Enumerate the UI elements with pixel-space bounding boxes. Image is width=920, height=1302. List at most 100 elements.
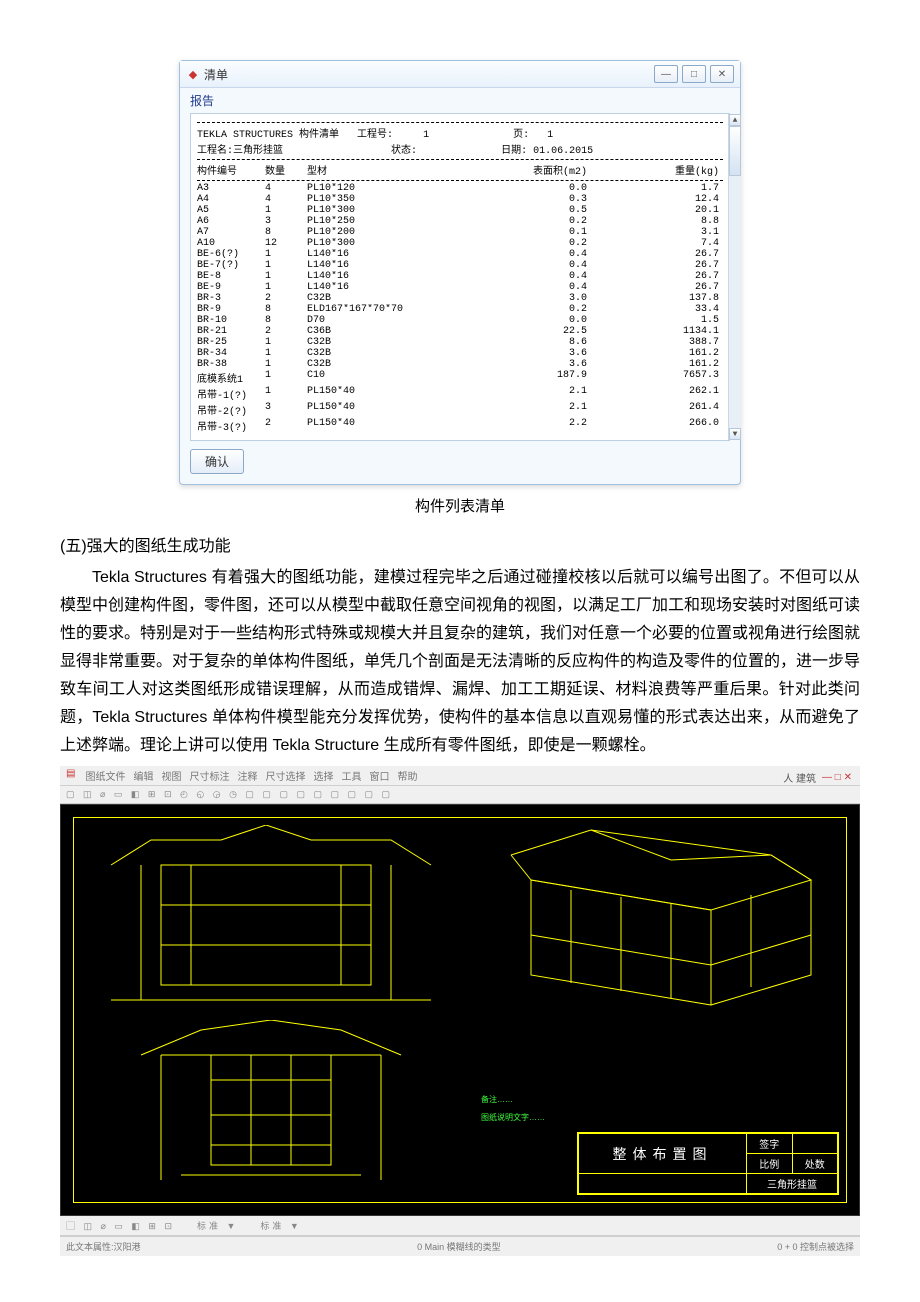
cell-profile: PL10*250	[307, 216, 477, 227]
cell-id: BE-9	[197, 282, 265, 293]
drawing-note-1: 备注……	[481, 1094, 581, 1105]
close-button[interactable]: ✕	[710, 65, 734, 83]
window-close-icon[interactable]: — □ ✕	[822, 772, 852, 783]
cell-weight: 3.1	[587, 227, 723, 238]
menu-item[interactable]: 窗口	[369, 772, 389, 783]
cell-weight: 1.5	[587, 315, 723, 326]
table-row: BR-341C32B3.6161.2	[197, 348, 723, 359]
cell-weight: 33.4	[587, 304, 723, 315]
cell-profile: PL150*40	[307, 386, 477, 402]
cell-id: A7	[197, 227, 265, 238]
cell-qty: 2	[265, 293, 307, 304]
cell-id: A3	[197, 183, 265, 194]
cell-area: 3.0	[477, 293, 587, 304]
table-row: BE-6(?)1L140*160.426.7	[197, 249, 723, 260]
title-block-approve: 签字	[747, 1134, 792, 1154]
menu-item[interactable]: 编辑	[133, 772, 153, 783]
table-row: BR-212C36B22.51134.1	[197, 326, 723, 337]
drawing-section	[121, 1020, 421, 1190]
cell-weight: 7657.3	[587, 370, 723, 386]
cell-profile: C32B	[307, 348, 477, 359]
table-row: 吊带-3(?)2PL150*402.2266.0	[197, 418, 723, 434]
cell-area: 2.1	[477, 386, 587, 402]
table-row: A51PL10*3000.520.1	[197, 205, 723, 216]
cell-area: 0.2	[477, 216, 587, 227]
drawing-note-2: 图纸说明文字……	[481, 1112, 641, 1123]
brand-text: 人 建筑	[783, 770, 816, 785]
cell-id: BR-10	[197, 315, 265, 326]
cad-drawing-canvas[interactable]: 备注…… 图纸说明文字…… 整体布置图 签字 比例 处数	[60, 804, 860, 1216]
cell-profile: PL150*40	[307, 402, 477, 418]
table-row: BR-32C32B3.0137.8	[197, 293, 723, 304]
cell-qty: 1	[265, 205, 307, 216]
table-row: BR-381C32B3.6161.2	[197, 359, 723, 370]
cad-app-icon: ▤	[66, 768, 75, 783]
cell-weight: 8.8	[587, 216, 723, 227]
table-row: A78PL10*2000.13.1	[197, 227, 723, 238]
cell-profile: PL10*350	[307, 194, 477, 205]
cell-qty: 8	[265, 304, 307, 315]
report-content: TEKLA STRUCTURES 构件清单 工程号: 1 页: 1 工程名:三角…	[190, 113, 730, 441]
menu-item[interactable]: 尺寸标注	[189, 772, 229, 783]
cell-weight: 161.2	[587, 348, 723, 359]
cell-profile: C36B	[307, 326, 477, 337]
cell-profile: L140*16	[307, 271, 477, 282]
menu-item[interactable]: 选择	[313, 772, 333, 783]
table-row: BE-7(?)1L140*160.426.7	[197, 260, 723, 271]
report-header-1: TEKLA STRUCTURES 构件清单 工程号: 1 页: 1	[197, 125, 723, 141]
cell-profile: PL10*300	[307, 205, 477, 216]
cell-qty: 1	[265, 386, 307, 402]
table-row: 吊带-1(?)1PL150*402.1262.1	[197, 386, 723, 402]
scroll-down-icon[interactable]: ▼	[729, 428, 741, 440]
cell-area: 3.6	[477, 348, 587, 359]
cad-menubar: ▤ 图纸文件编辑视图尺寸标注注释尺寸选择选择工具窗口帮助 人 建筑 — □ ✕	[60, 766, 860, 786]
cell-profile: PL10*120	[307, 183, 477, 194]
table-row: A1012PL10*3000.27.4	[197, 238, 723, 249]
dialog-title: 清单	[204, 66, 654, 83]
ok-button[interactable]: 确认	[190, 449, 244, 474]
scroll-up-icon[interactable]: ▲	[729, 114, 741, 126]
cell-weight: 1134.1	[587, 326, 723, 337]
cell-weight: 26.7	[587, 260, 723, 271]
cell-profile: PL10*200	[307, 227, 477, 238]
table-row: 吊带-2(?)3PL150*402.1261.4	[197, 402, 723, 418]
menu-item[interactable]: 尺寸选择	[265, 772, 305, 783]
table-row: BR-108D700.01.5	[197, 315, 723, 326]
cell-weight: 1.7	[587, 183, 723, 194]
status-left: 此文本属性:汉阳港	[66, 1240, 141, 1253]
cell-qty: 8	[265, 315, 307, 326]
menu-item[interactable]: 工具	[341, 772, 361, 783]
section-paragraph-5: Tekla Structures 有着强大的图纸功能，建模过程完毕之后通过碰撞校…	[60, 564, 860, 760]
minimize-button[interactable]: —	[654, 65, 678, 83]
cell-area: 2.2	[477, 418, 587, 434]
title-block-sub: 三角形挂篮	[747, 1174, 838, 1194]
col-header-area: 表面积(m2)	[477, 162, 587, 178]
cell-qty: 1	[265, 282, 307, 293]
menu-item[interactable]: 注释	[237, 772, 257, 783]
cell-weight: 161.2	[587, 359, 723, 370]
app-icon: ◆	[186, 67, 200, 81]
table-row: A34PL10*1200.01.7	[197, 183, 723, 194]
cell-area: 0.4	[477, 282, 587, 293]
cell-id: BE-7(?)	[197, 260, 265, 271]
cell-area: 0.0	[477, 183, 587, 194]
cell-weight: 7.4	[587, 238, 723, 249]
cell-qty: 2	[265, 326, 307, 337]
cell-profile: D70	[307, 315, 477, 326]
maximize-button[interactable]: □	[682, 65, 706, 83]
status-mid: 0 Main 模糊线的类型	[417, 1240, 501, 1253]
menu-item[interactable]: 视图	[161, 772, 181, 783]
cell-qty: 2	[265, 418, 307, 434]
title-block-main: 整体布置图	[579, 1134, 747, 1174]
cell-qty: 1	[265, 260, 307, 271]
cell-weight: 261.4	[587, 402, 723, 418]
cell-weight: 12.4	[587, 194, 723, 205]
scroll-thumb[interactable]	[729, 126, 741, 176]
cell-qty: 8	[265, 227, 307, 238]
cell-area: 0.4	[477, 249, 587, 260]
menu-item[interactable]: 帮助	[397, 772, 417, 783]
cell-area: 2.1	[477, 402, 587, 418]
menu-item[interactable]: 图纸文件	[85, 772, 125, 783]
cell-id: 吊带-2(?)	[197, 402, 265, 418]
vertical-scrollbar[interactable]: ▲ ▼	[728, 114, 741, 440]
